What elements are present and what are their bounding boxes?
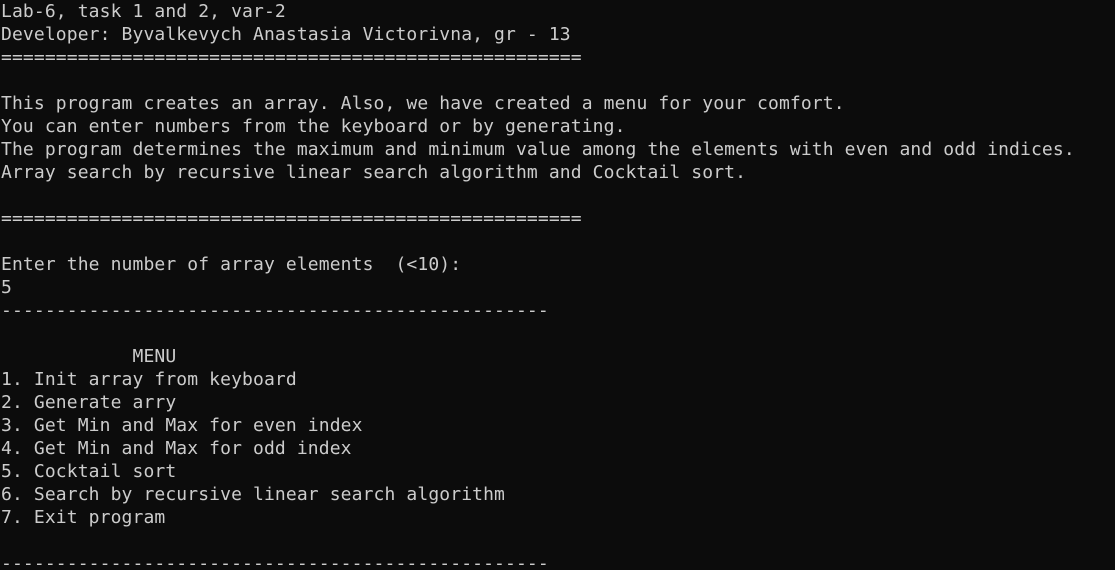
- menu-item-recursive-search: 6. Search by recursive linear search alg…: [1, 484, 506, 505]
- divider-after-menu: ----------------------------------------…: [1, 553, 549, 570]
- menu-item-generate-array: 2. Generate arry: [1, 392, 177, 413]
- menu-item-cocktail-sort: 5. Cocktail sort: [1, 461, 177, 482]
- program-title: Lab-6, task 1 and 2, var-2: [1, 1, 286, 22]
- description-line-4: Array search by recursive linear search …: [1, 162, 747, 183]
- menu-item-minmax-odd: 4. Get Min and Max for odd index: [1, 438, 352, 459]
- separator-bottom: ========================================…: [1, 208, 582, 229]
- menu-item-init-keyboard: 1. Init array from keyboard: [1, 369, 297, 390]
- element-count-input[interactable]: 5: [1, 276, 12, 299]
- description-line-2: You can enter numbers from the keyboard …: [1, 116, 626, 137]
- separator-top: ========================================…: [1, 47, 582, 68]
- description-line-3: The program determines the maximum and m…: [1, 139, 1075, 160]
- console-output[interactable]: Lab-6, task 1 and 2, var-2 Developer: By…: [1, 0, 1115, 570]
- divider-before-menu: ----------------------------------------…: [1, 300, 549, 321]
- menu-title: MENU: [1, 346, 177, 367]
- menu-item-exit: 7. Exit program: [1, 507, 166, 528]
- menu-item-minmax-even: 3. Get Min and Max for even index: [1, 415, 363, 436]
- developer-line: Developer: Byvalkevych Anastasia Victori…: [1, 24, 571, 45]
- element-count-prompt: Enter the number of array elements (<10)…: [1, 254, 462, 275]
- description-line-1: This program creates an array. Also, we …: [1, 93, 845, 114]
